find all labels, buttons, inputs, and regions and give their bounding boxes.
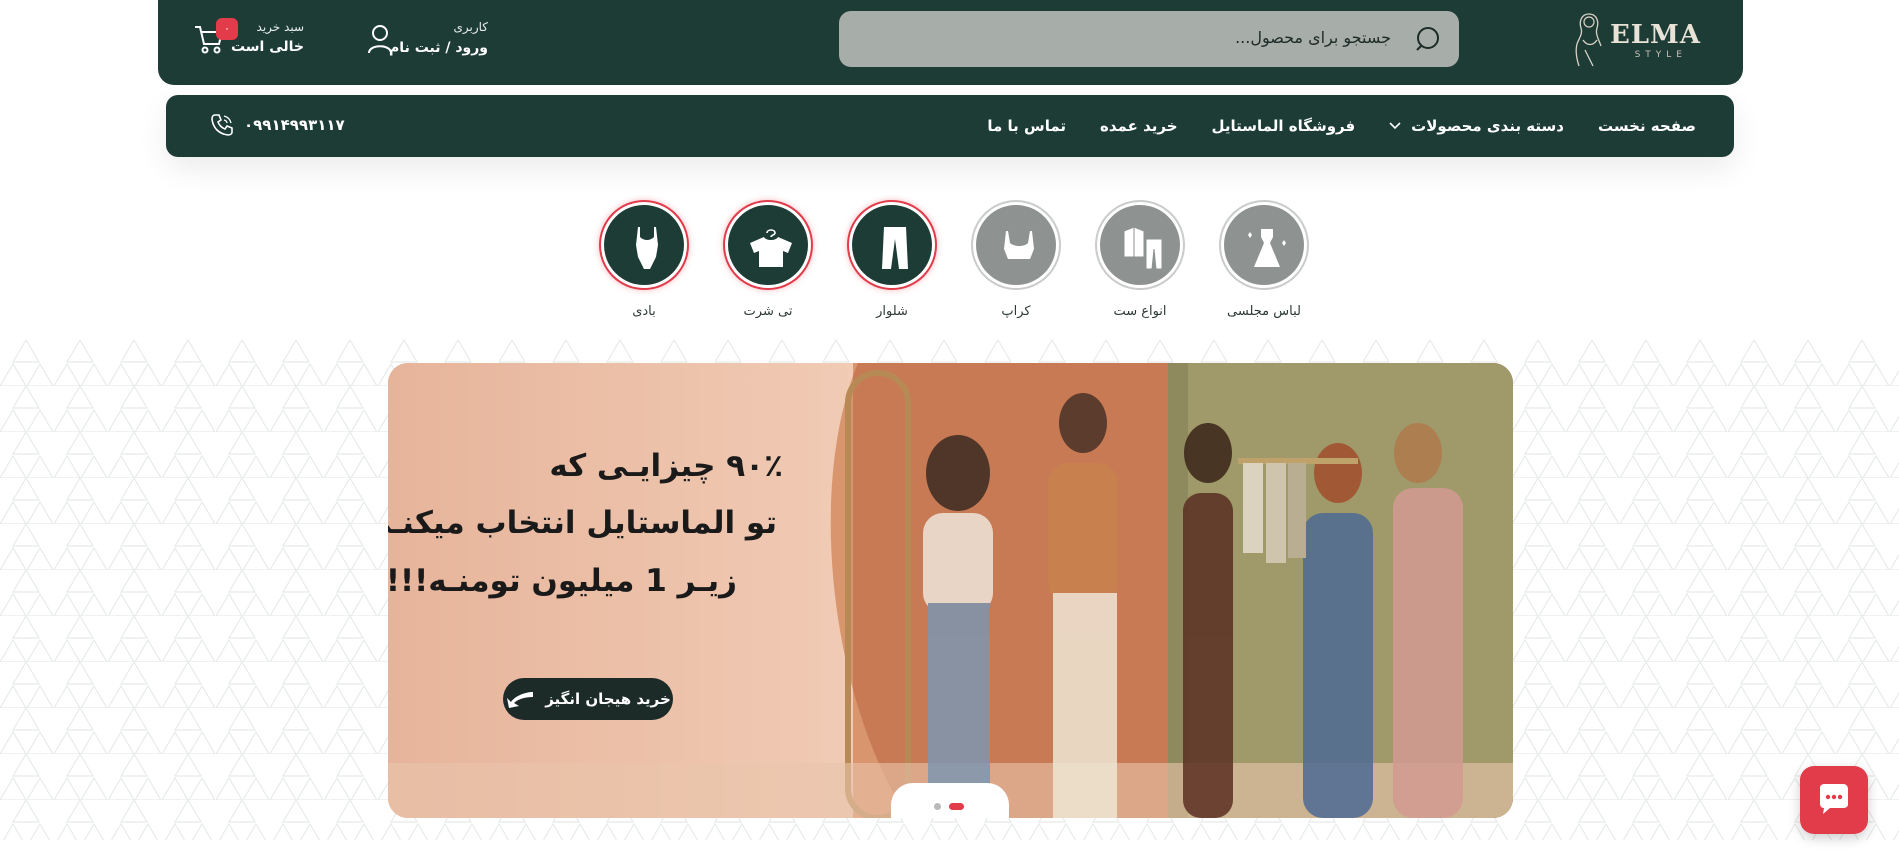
- chevron-down-icon: [1389, 122, 1401, 130]
- brand-figure-icon: [1575, 13, 1602, 67]
- category-item-pants[interactable]: شلوار: [846, 202, 938, 319]
- banner-headline-2: تو الماستایل انتخاب میکنـی: [388, 505, 777, 541]
- banner-headline-1: ۹۰٪ چیزایـی که: [549, 448, 783, 484]
- chat-button[interactable]: [1800, 766, 1868, 834]
- category-item-bodysuit[interactable]: بادی: [598, 202, 690, 319]
- phone-link[interactable]: ۰۹۹۱۴۹۹۳۱۱۷: [210, 113, 345, 137]
- nav-item-label: خرید عمده: [1100, 117, 1178, 135]
- category-circle: [1221, 202, 1307, 288]
- shop-now-button[interactable]: خرید هیجان انگیز: [503, 678, 673, 720]
- category-label: شلوار: [876, 304, 908, 319]
- nav-item-categories[interactable]: دسته بندی محصولات: [1389, 117, 1564, 135]
- category-circle: [725, 202, 811, 288]
- category-item-sets[interactable]: انواع ست: [1094, 202, 1186, 319]
- cart-label: سبد خرید: [256, 20, 304, 34]
- category-item-dress[interactable]: لباس مجلسی: [1218, 202, 1310, 319]
- category-label: لباس مجلسی: [1227, 304, 1301, 319]
- category-label: کراپ: [1001, 304, 1031, 319]
- phone-number: ۰۹۹۱۴۹۹۳۱۱۷: [244, 116, 345, 134]
- pants-icon: [882, 227, 908, 269]
- brand-name: ELMA: [1609, 20, 1701, 50]
- nav-item-label: دسته بندی محصولات: [1411, 117, 1564, 135]
- login-register-link[interactable]: ورود / ثبت نام: [389, 40, 488, 56]
- banner-headline-3: زیـر 1 میلیون تومنـه!!!: [388, 563, 737, 599]
- category-item-crop[interactable]: کراپ: [970, 202, 1062, 319]
- nav-item-label: تماس با ما: [987, 117, 1067, 135]
- hero-banner[interactable]: ۹۰٪ چیزایـی که تو الماستایل انتخاب میکنـ…: [388, 363, 1513, 818]
- tshirt-icon: [750, 229, 792, 267]
- nav-item-contact[interactable]: تماس با ما: [987, 117, 1066, 135]
- main-nav: صفحه نخست دسته بندی محصولات فروشگاه الما…: [166, 95, 1734, 157]
- slider-dots: [891, 783, 1009, 818]
- category-item-tshirt[interactable]: تی شرت: [722, 202, 814, 319]
- phone-icon: [211, 114, 233, 136]
- cart-button[interactable]: سبد خرید خالی است ۰: [194, 14, 334, 64]
- curved-arrow-icon: [507, 692, 534, 708]
- slider-dot-1[interactable]: [934, 803, 941, 810]
- chat-icon: [1820, 784, 1848, 814]
- brand-logo[interactable]: ELMA STYLE: [1571, 10, 1701, 68]
- category-circle: [973, 202, 1059, 288]
- category-label: بادی: [632, 304, 656, 319]
- cart-status: خالی است: [230, 39, 304, 55]
- brand-tagline: STYLE: [1634, 50, 1687, 60]
- cart-count-badge: ۰: [216, 18, 238, 40]
- bodysuit-icon: [636, 227, 658, 269]
- header-bar: ELMA STYLE جستجو برای محصول... کاربری ور…: [158, 0, 1743, 85]
- nav-item-label: فروشگاه الماستایل: [1211, 117, 1356, 135]
- account-label: کاربری: [453, 20, 488, 34]
- dress-icon: [1248, 229, 1286, 267]
- category-list: لباس مجلسی انواع ست کراپ شلوار تی شرت با…: [601, 202, 1311, 332]
- search-icon[interactable]: [1415, 25, 1443, 53]
- category-circle: [601, 202, 687, 288]
- category-label: تی شرت: [743, 304, 793, 319]
- category-label: انواع ست: [1113, 304, 1167, 319]
- search-placeholder: جستجو برای محصول...: [1235, 28, 1391, 47]
- category-circle: [1097, 202, 1183, 288]
- nav-item-label: صفحه نخست: [1597, 117, 1696, 135]
- suit-set-icon: [1123, 226, 1163, 270]
- crop-top-icon: [1004, 231, 1034, 259]
- category-circle: [849, 202, 935, 288]
- cta-label: خرید هیجان انگیز: [545, 690, 671, 708]
- nav-item-shop[interactable]: فروشگاه الماستایل: [1212, 117, 1356, 135]
- nav-item-home[interactable]: صفحه نخست: [1598, 117, 1696, 135]
- nav-menu: صفحه نخست دسته بندی محصولات فروشگاه الما…: [987, 95, 1696, 157]
- slider-dot-2-active[interactable]: [949, 803, 964, 810]
- search-input[interactable]: جستجو برای محصول...: [839, 11, 1459, 67]
- user-icon[interactable]: [367, 24, 393, 54]
- nav-item-wholesale[interactable]: خرید عمده: [1100, 117, 1177, 135]
